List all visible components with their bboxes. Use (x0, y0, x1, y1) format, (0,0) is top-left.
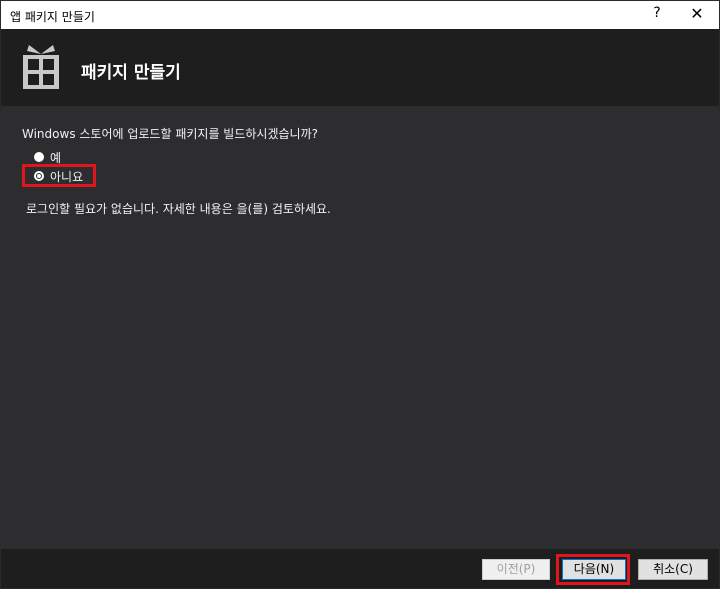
dialog-content: Windows 스토어에 업로드할 패키지를 빌드하시겠습니까? 예 아니요 로… (1, 106, 719, 549)
cancel-button[interactable]: 취소(C) (638, 559, 708, 580)
app-package-dialog: 앱 패키지 만들기 ? ✕ 패키지 만들기 Windows 스토어에 업로드할 … (0, 0, 720, 589)
upload-question: Windows 스토어에 업로드할 패키지를 빌드하시겠습니까? (22, 127, 318, 141)
title-bar: 앱 패키지 만들기 ? ✕ (1, 1, 719, 29)
close-button[interactable]: ✕ (685, 4, 709, 24)
help-button[interactable]: ? (649, 5, 665, 21)
dialog-footer: 이전(P) 다음(N) 취소(C) (1, 549, 719, 588)
radio-label-yes: 예 (50, 150, 62, 165)
radio-option-yes[interactable]: 예 (34, 149, 61, 165)
next-button[interactable]: 다음(N) (562, 559, 626, 580)
login-note: 로그인할 필요가 없습니다. 자세한 내용은 을(를) 검토하세요. (26, 202, 331, 216)
dialog-header: 패키지 만들기 (1, 29, 719, 106)
previous-button[interactable]: 이전(P) (482, 559, 550, 580)
page-title: 패키지 만들기 (81, 63, 181, 83)
radio-unselected-icon[interactable] (34, 152, 44, 162)
gift-package-icon (21, 43, 61, 94)
window-title: 앱 패키지 만들기 (10, 10, 95, 24)
highlight-box-no-option (22, 164, 96, 187)
